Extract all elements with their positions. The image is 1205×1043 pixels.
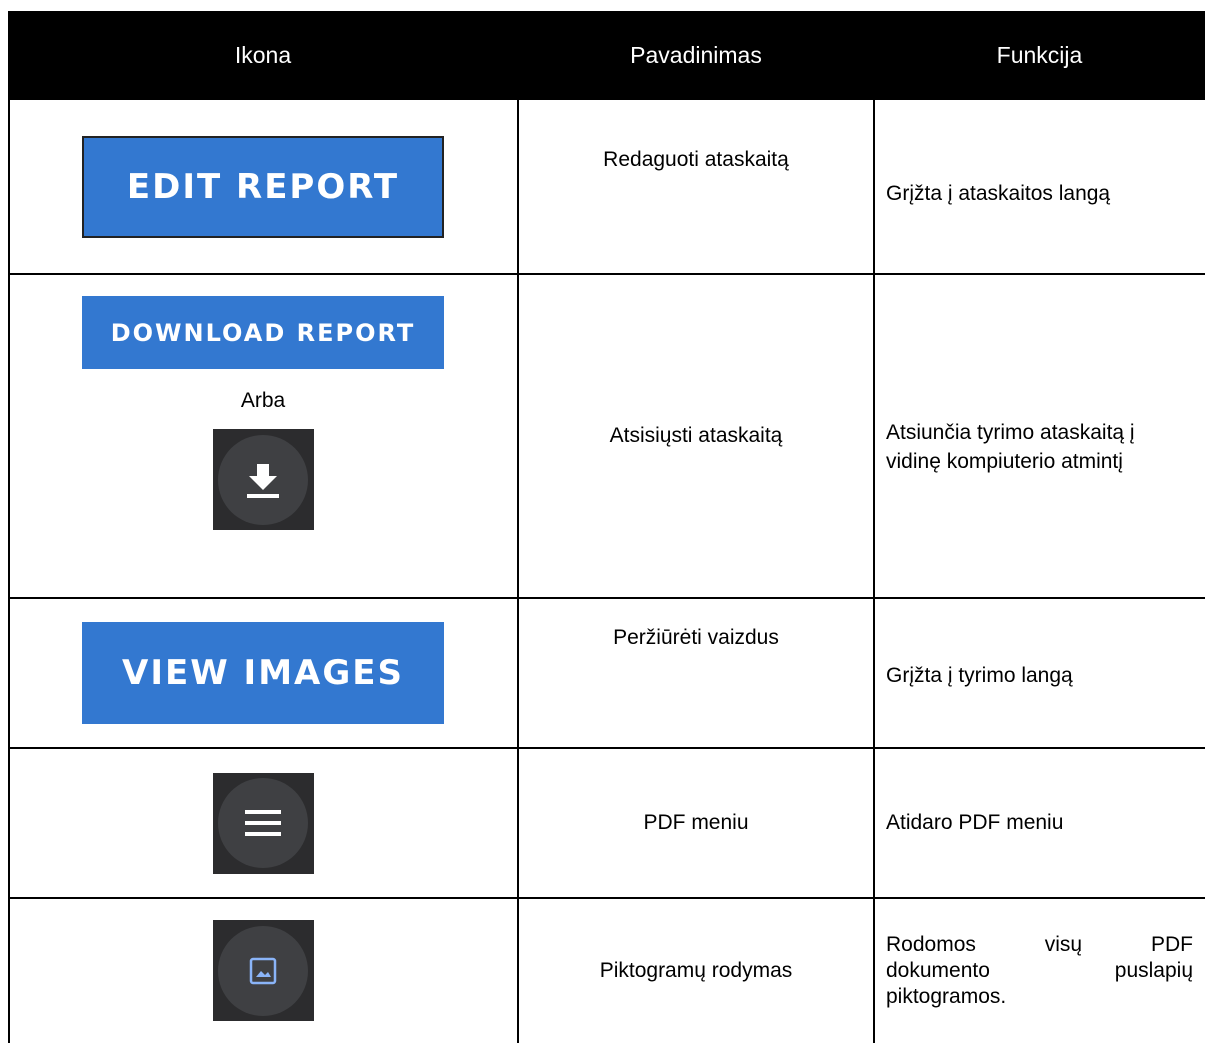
function-cell: Rodomos visų PDF dokumento puslapių pikt… xyxy=(874,898,1205,1043)
name-cell: Atsisiųsti ataskaitą xyxy=(609,424,783,447)
function-cell: Atidaro PDF meniu xyxy=(886,811,1064,834)
grid-line xyxy=(8,597,1205,599)
name-cell: Piktogramų rodymas xyxy=(599,958,793,982)
view-images-button[interactable]: VIEW IMAGES xyxy=(82,622,444,724)
thumbnail-view-button[interactable] xyxy=(212,920,314,1021)
image-thumbnail-icon xyxy=(249,957,277,984)
function-cell: Grįžta į ataskaitos langą xyxy=(886,182,1111,205)
table-header: Ikona Pavadinimas Funkcija xyxy=(8,11,1205,100)
name-cell: Peržiūrėti vaizdus xyxy=(613,626,779,649)
header-name-column: Pavadinimas xyxy=(630,42,762,68)
icon-cell: EDIT REPORT xyxy=(8,100,518,274)
function-cell: Grįžta į tyrimo langą xyxy=(886,664,1073,687)
grid-line xyxy=(8,100,10,1043)
alternative-label: Arba xyxy=(240,389,286,412)
grid-line xyxy=(8,897,1205,899)
table-row: PDF meniu Atidaro PDF meniu xyxy=(8,748,1205,898)
functions-table: Ikona Pavadinimas Funkcija EDIT REPORT R… xyxy=(8,11,1205,1043)
grid-line xyxy=(8,273,1205,275)
function-text-line: piktogramos. xyxy=(886,984,1007,1008)
grid-line xyxy=(517,100,519,1043)
pdf-menu-button[interactable] xyxy=(212,772,314,874)
download-button[interactable] xyxy=(212,429,314,530)
icon-cell xyxy=(8,898,518,1043)
download-report-button[interactable]: DOWNLOAD REPORT xyxy=(82,296,444,369)
function-cell: Atsiunčia tyrimo ataskaitą į vidinę komp… xyxy=(886,421,1135,473)
hamburger-menu-icon xyxy=(245,810,281,836)
grid-line xyxy=(873,100,875,1043)
header-icon-column: Ikona xyxy=(234,42,292,68)
function-text-line: dokumento puslapių xyxy=(886,958,1193,982)
name-cell: PDF meniu xyxy=(643,811,749,834)
icon-cell: VIEW IMAGES xyxy=(8,598,518,748)
icon-cell xyxy=(8,748,518,898)
table-row: DOWNLOAD REPORT Arba Atsisiųsti ataskait… xyxy=(8,274,1205,598)
name-cell: Redaguoti ataskaitą xyxy=(603,148,789,171)
table-row: Piktogramų rodymas Rodomos visų PDF doku… xyxy=(8,898,1205,1043)
grid-line xyxy=(8,747,1205,749)
function-text-line: Rodomos visų PDF xyxy=(886,932,1193,956)
download-icon xyxy=(247,463,279,498)
edit-report-button[interactable]: EDIT REPORT xyxy=(82,136,444,238)
table-row: VIEW IMAGES Peržiūrėti vaizdus Grįžta į … xyxy=(8,598,1205,748)
table-row: EDIT REPORT Redaguoti ataskaitą Grįžta į… xyxy=(8,100,1205,274)
header-function-column: Funkcija xyxy=(996,42,1083,68)
icon-cell: DOWNLOAD REPORT Arba xyxy=(8,274,518,598)
